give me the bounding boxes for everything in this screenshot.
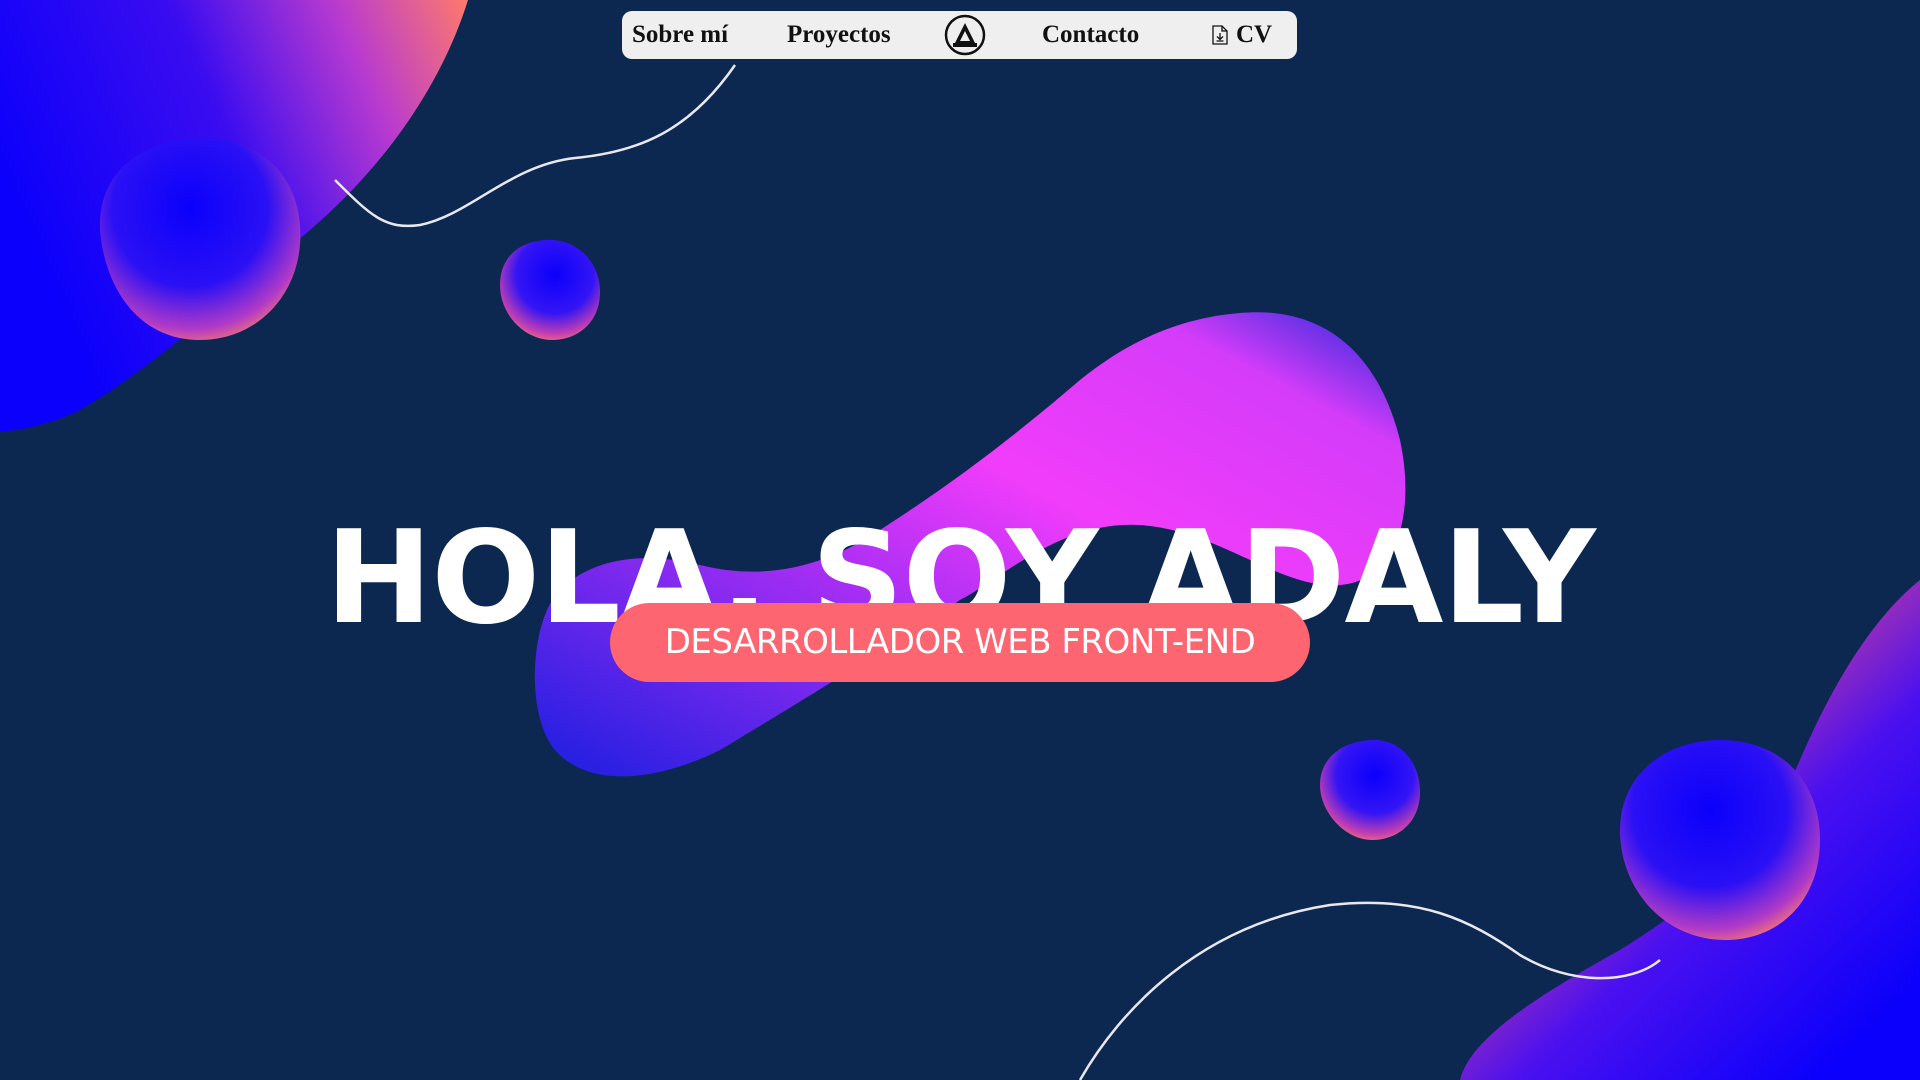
bubble-small-top — [500, 239, 600, 340]
nav-link-cv[interactable]: CV — [1212, 11, 1272, 59]
document-download-icon — [1212, 25, 1228, 45]
delta-logo-icon[interactable] — [944, 14, 986, 56]
nav-link-contact[interactable]: Contacto — [1042, 11, 1139, 59]
bubble-small-mid — [1320, 739, 1420, 840]
hero-section: Sobre mí Proyectos Contacto CV HOLA, SOY… — [0, 0, 1920, 1080]
nav-link-about[interactable]: Sobre mí — [632, 11, 728, 59]
nav-link-projects[interactable]: Proyectos — [787, 11, 891, 59]
top-navigation: Sobre mí Proyectos Contacto CV — [622, 11, 1297, 59]
role-badge: DESARROLLADOR WEB FRONT-END — [610, 603, 1310, 682]
cv-label: CV — [1236, 21, 1273, 48]
bubble-bottom-right — [1620, 740, 1820, 940]
